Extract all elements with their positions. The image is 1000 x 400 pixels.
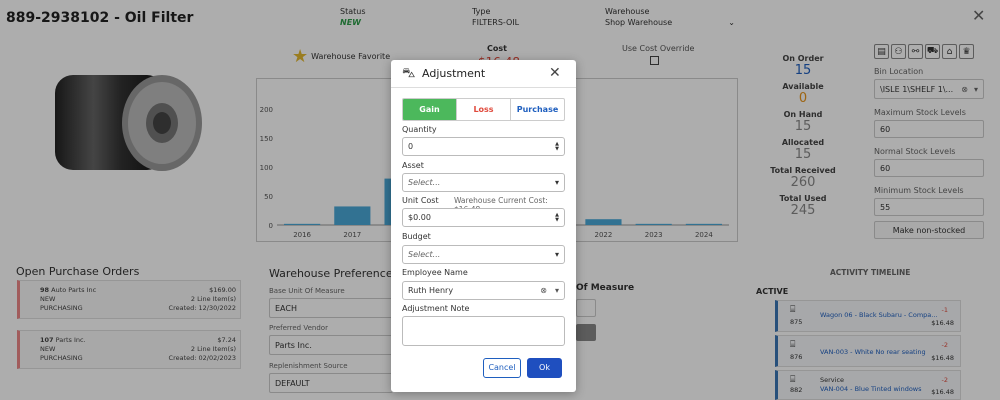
cart-adjust-icon: ⛍ (402, 66, 416, 81)
modal-divider (391, 87, 576, 88)
ok-button[interactable]: Ok (527, 358, 562, 378)
adjustment-modal: ⛍ Adjustment ✕ Gain Loss Purchase Quanti… (391, 60, 576, 392)
cancel-button[interactable]: Cancel (483, 358, 521, 378)
tab-purchase[interactable]: Purchase (510, 99, 564, 120)
unit-cost-label: Unit Cost (402, 196, 439, 205)
adjustment-type-tabs: Gain Loss Purchase (402, 98, 565, 121)
adjustment-note-textarea[interactable] (402, 316, 565, 346)
unit-cost-stepper[interactable]: $0.00 ▲ ▼ (402, 208, 565, 227)
unit-cost-value: $0.00 (408, 213, 431, 222)
quantity-stepper[interactable]: 0 ▲ ▼ (402, 137, 565, 156)
caret-down-icon: ▾ (554, 178, 559, 187)
budget-label: Budget (402, 232, 431, 241)
quantity-value: 0 (408, 142, 414, 151)
asset-label: Asset (402, 161, 424, 170)
stepper-arrows-icon[interactable]: ▲ ▼ (555, 141, 559, 152)
asset-select[interactable]: Select... ▾ (402, 173, 565, 192)
caret-down-icon: ▾ (554, 250, 559, 259)
asset-placeholder: Select... (408, 178, 441, 187)
tab-gain[interactable]: Gain (403, 99, 456, 120)
caret-down-icon: ▾ (554, 286, 559, 295)
clear-icon[interactable]: ⊗ (540, 286, 547, 295)
modal-close-icon[interactable]: ✕ (549, 65, 561, 81)
stepper-arrows-icon[interactable]: ▲ ▼ (555, 212, 559, 223)
adjustment-note-label: Adjustment Note (402, 304, 470, 313)
quantity-label: Quantity (402, 125, 437, 134)
employee-value: Ruth Henry (408, 286, 454, 295)
budget-placeholder: Select... (408, 250, 441, 259)
budget-select[interactable]: Select... ▾ (402, 245, 565, 264)
employee-label: Employee Name (402, 268, 468, 277)
employee-select[interactable]: Ruth Henry ⊗ ▾ (402, 281, 565, 300)
modal-title: Adjustment (422, 67, 486, 80)
tab-loss[interactable]: Loss (456, 99, 510, 120)
